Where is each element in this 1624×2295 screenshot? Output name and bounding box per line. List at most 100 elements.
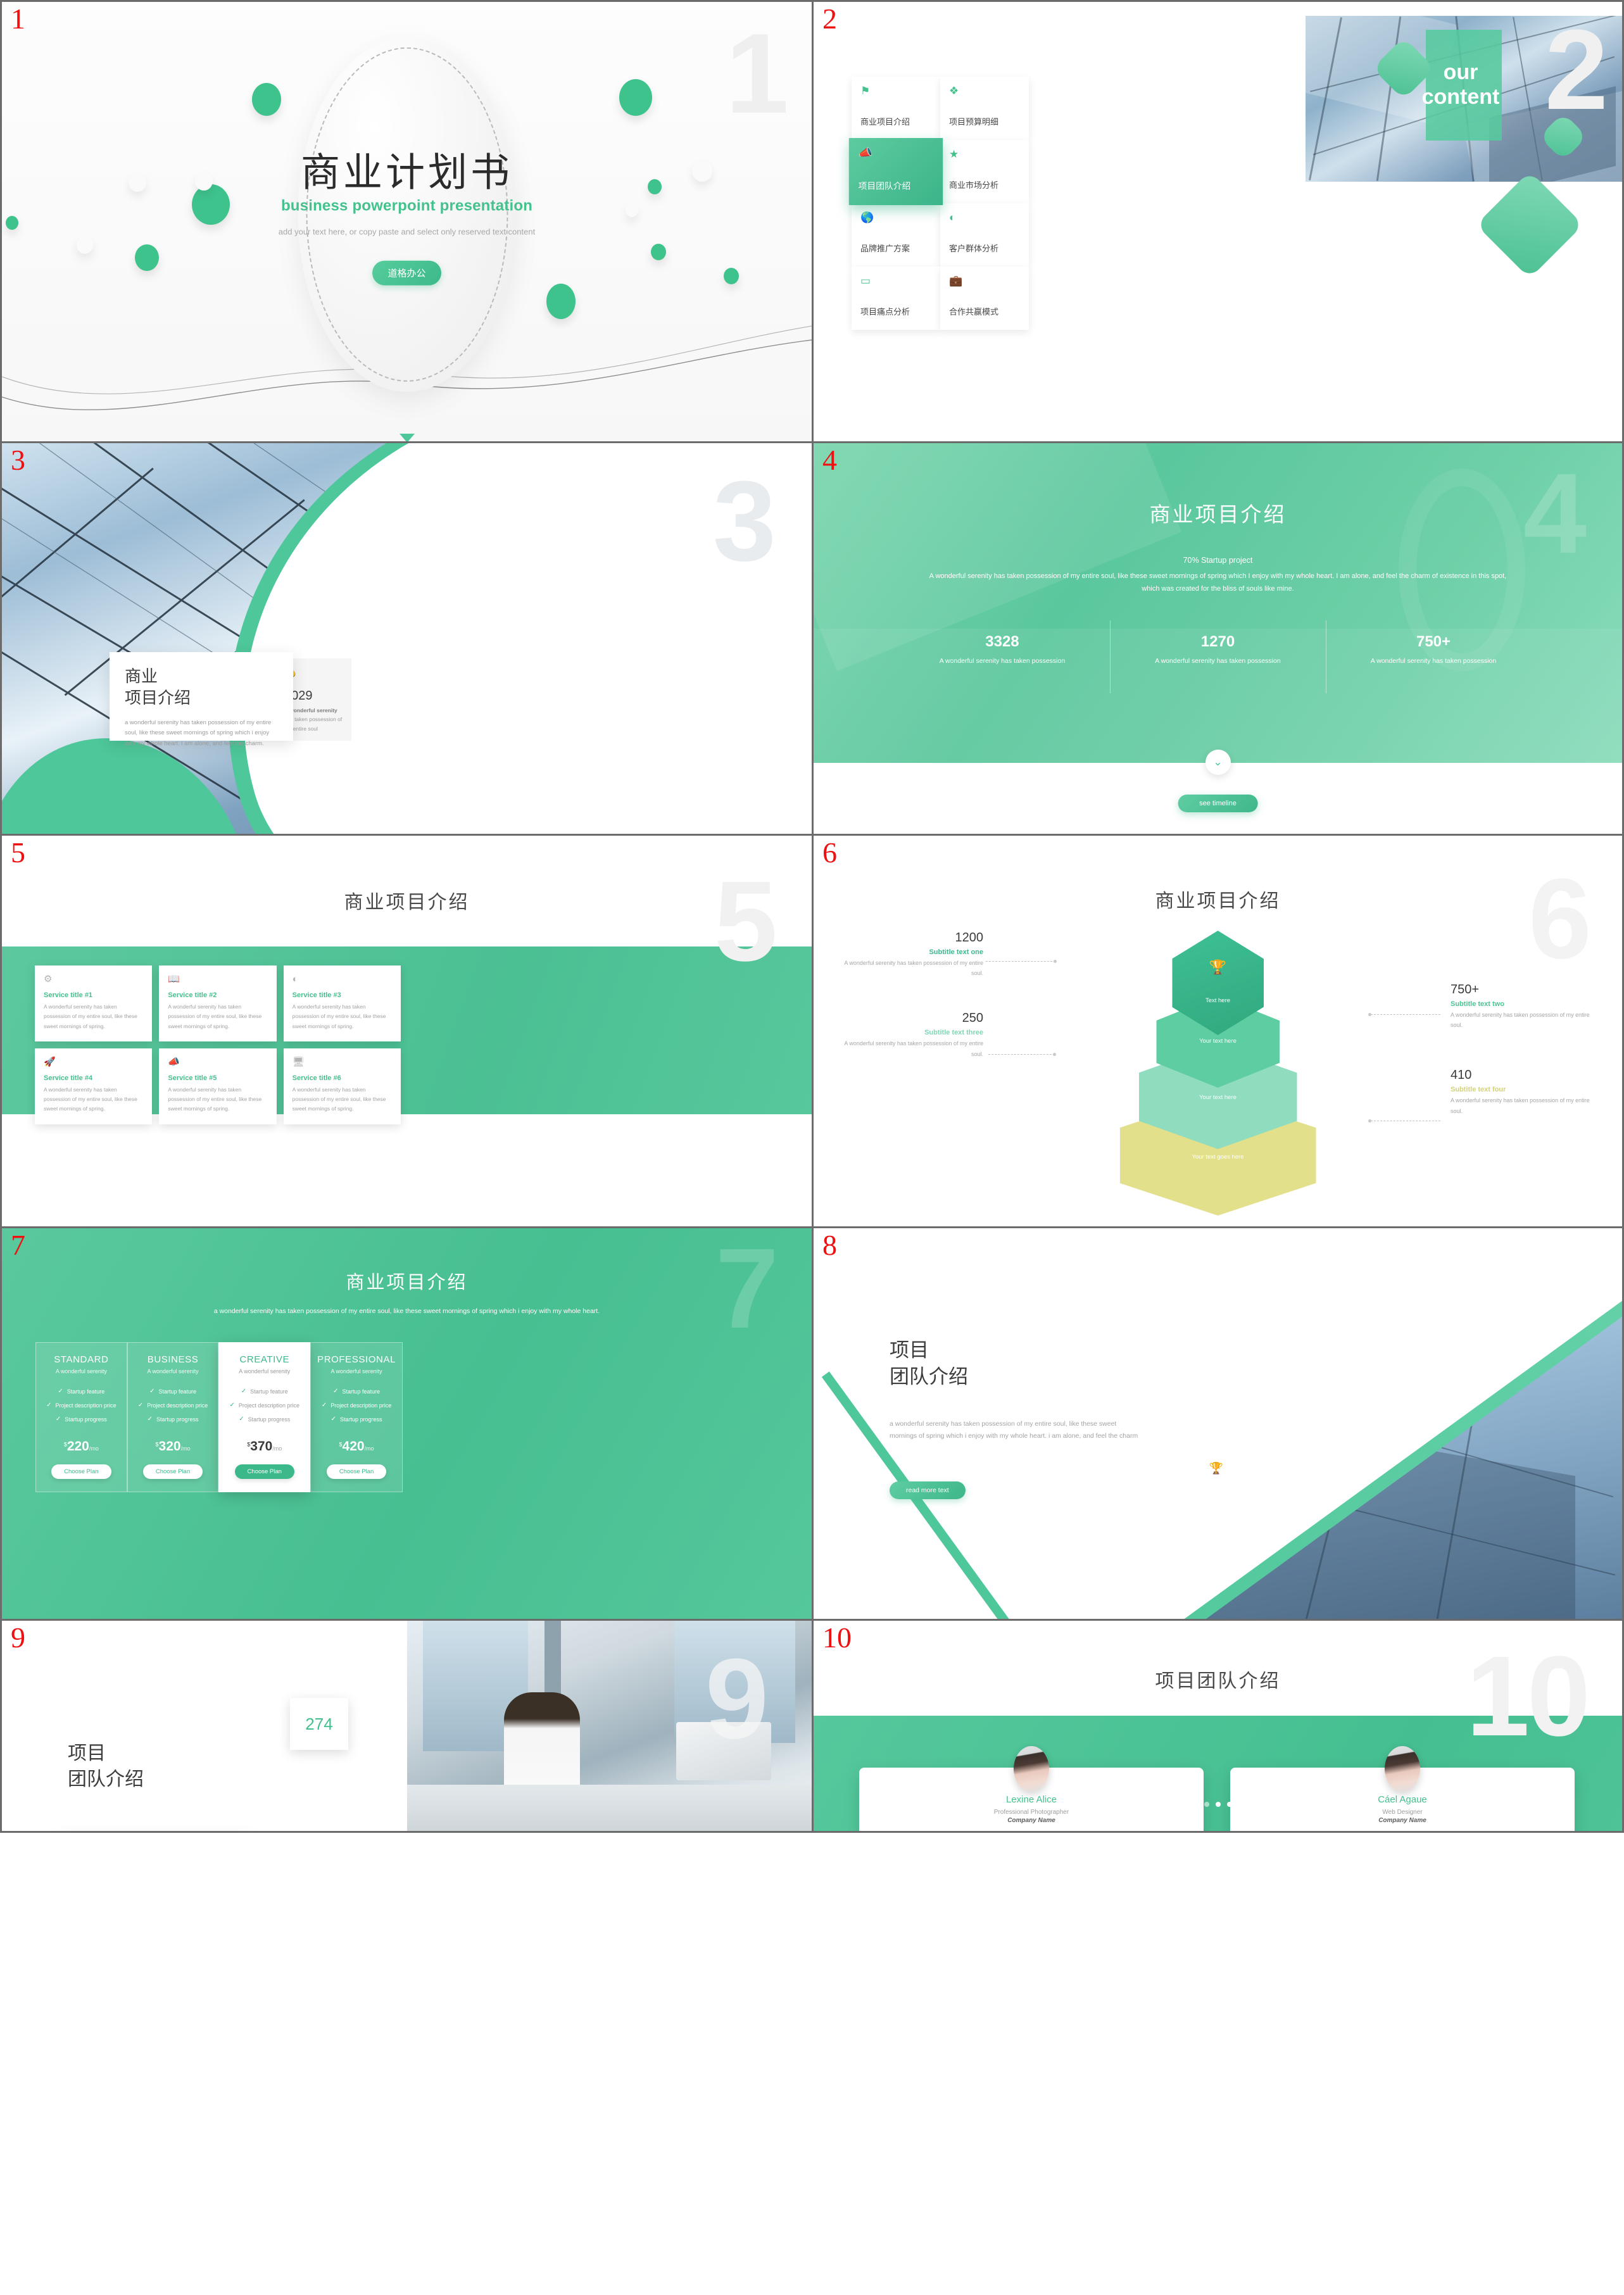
overlay-heading: our content bbox=[1401, 60, 1521, 110]
service-text: A wonderful serenity has taken possessio… bbox=[168, 1003, 262, 1029]
choose-plan-button[interactable]: Choose Plan bbox=[51, 1464, 111, 1479]
slide-8[interactable]: 8 项目 团队介绍 a wonderful serenity has taken… bbox=[814, 1228, 1624, 1621]
check-icon: ✓ bbox=[333, 1388, 339, 1395]
annotation-text: A wonderful serenity has taken possessio… bbox=[844, 1040, 983, 1057]
menu-item-3[interactable]: ★ 商业市场分析 bbox=[940, 140, 1029, 203]
menu-item-0[interactable]: ⚑ 商业项目介绍 bbox=[852, 77, 940, 140]
connector-line bbox=[988, 1054, 1055, 1055]
page-title: 商业项目介绍 bbox=[1149, 503, 1287, 526]
service-card[interactable]: 🚀 Service title #4 A wonderful serenity … bbox=[35, 1048, 153, 1124]
decor-dot bbox=[651, 244, 666, 260]
price-amount: 420 bbox=[342, 1439, 365, 1454]
slide-1[interactable]: 1 1 商业计划书 business powerpoint presentati… bbox=[0, 0, 814, 443]
price-amount: 220 bbox=[66, 1439, 89, 1454]
menu-label: 项目预算明细 bbox=[949, 117, 999, 127]
pricing-plan-professional[interactable]: PROFESSIONAL A wonderful serenity ✓ Start… bbox=[310, 1342, 403, 1492]
annotation-item: 1200 Subtitle text one A wonderful seren… bbox=[838, 931, 983, 978]
feature-label: Project description price bbox=[330, 1402, 392, 1409]
service-card[interactable]: 🖥 Service title #6 A wonderful serenity … bbox=[283, 1048, 401, 1124]
trophy-icon: 🏆 bbox=[1209, 959, 1227, 975]
pie-chart-icon: ◐ bbox=[292, 974, 298, 984]
plan-sub: A wonderful serenity bbox=[330, 1368, 382, 1374]
price-amount: 320 bbox=[158, 1439, 181, 1454]
feature-label: Startup progress bbox=[339, 1416, 382, 1423]
description-text: a wonderful serenity has taken possessio… bbox=[890, 1420, 1138, 1440]
chevron-down-icon[interactable]: ⌄ bbox=[1205, 750, 1231, 775]
right-annotations: 750+ Subtitle text two A wonderful seren… bbox=[1451, 983, 1599, 1116]
pagination-dot-active[interactable] bbox=[1215, 1802, 1221, 1807]
megaphone-icon: 📣 bbox=[168, 1056, 180, 1067]
plan-features: ✓ Startup feature ✓ Project description pr… bbox=[134, 1387, 212, 1430]
choose-plan-button[interactable]: Choose Plan bbox=[326, 1464, 387, 1479]
see-timeline-button[interactable]: see timeline bbox=[1178, 795, 1258, 812]
slide-10[interactable]: 10 10 项目团队介绍 Lexine Alice Professional P… bbox=[814, 1621, 1624, 1833]
service-card[interactable]: 📣 Service title #5 A wonderful serenity … bbox=[159, 1048, 277, 1124]
slide-2[interactable]: 2 2 our content ⚑ 商业项目介绍 ❖ 项目预算明细 📣 项目团队… bbox=[814, 0, 1624, 443]
annotation-subtitle: Subtitle text one bbox=[929, 948, 983, 956]
menu-row: 📣 项目团队介绍 ★ 商业市场分析 bbox=[848, 138, 1029, 205]
description-text: A wonderful serenity has taken possessio… bbox=[929, 572, 1507, 593]
menu-item-7[interactable]: 💼 合作共赢模式 bbox=[940, 267, 1029, 330]
check-icon: ✓ bbox=[46, 1402, 52, 1409]
slide-5[interactable]: 5 5 商业项目介绍 ⚙ Service title #1 A wonderfu… bbox=[0, 836, 814, 1228]
rocket-icon: ★ bbox=[949, 148, 959, 160]
plan-sub: A wonderful serenity bbox=[55, 1368, 107, 1374]
decor-dot bbox=[195, 172, 213, 191]
slide-ghost-number: 9 bbox=[705, 1635, 769, 1763]
menu-item-2[interactable]: 📣 项目团队介绍 bbox=[848, 138, 943, 205]
slide-9[interactable]: 9 9 项目 团队介绍 274 📣 Brand new version A wo… bbox=[0, 1621, 814, 1833]
slide-3[interactable]: 3 3 🔑 2029 A wonderful serenity has take… bbox=[0, 443, 814, 836]
menu-item-4[interactable]: 🌎 品牌推广方案 bbox=[852, 203, 940, 267]
connector-line bbox=[986, 961, 1055, 962]
check-icon: ✓ bbox=[58, 1388, 63, 1395]
pricing-plan-standard[interactable]: STANDARD A wonderful serenity ✓ Startup f… bbox=[35, 1342, 127, 1492]
decor-dot bbox=[724, 268, 739, 284]
pagination-dot[interactable] bbox=[1226, 1802, 1232, 1807]
body-text: a wonderful serenity has taken possessio… bbox=[125, 719, 272, 747]
service-card[interactable]: ⚙ Service title #1 A wonderful serenity … bbox=[35, 965, 153, 1041]
service-card[interactable]: 📖 Service title #2 A wonderful serenity … bbox=[159, 965, 277, 1041]
slide-number: 8 bbox=[822, 1229, 837, 1261]
price-amount: 370 bbox=[250, 1439, 273, 1454]
service-card[interactable]: ◐ Service title #3 A wonderful serenity … bbox=[283, 965, 401, 1041]
choose-plan-button[interactable]: Choose Plan bbox=[142, 1464, 203, 1479]
annotation-text: A wonderful serenity has taken possessio… bbox=[1451, 1012, 1590, 1029]
menu-item-5[interactable]: ◐ 客户群体分析 bbox=[940, 203, 1029, 267]
slide-6[interactable]: 6 6 商业项目介绍 Your text goes here Your text… bbox=[814, 836, 1624, 1228]
decor-dot bbox=[619, 79, 652, 116]
decor-dot bbox=[77, 236, 93, 254]
slide-7[interactable]: 7 7 商业项目介绍 a wonderful serenity has take… bbox=[0, 1228, 814, 1621]
annotation-subtitle: Subtitle text two bbox=[1451, 1000, 1504, 1008]
page-title: 商业项目介绍 bbox=[344, 892, 470, 913]
testimonial-card[interactable]: Cáel Agaue Web Designer Company Name "a … bbox=[1230, 1746, 1575, 1831]
pricing-plan-business[interactable]: BUSINESS A wonderful serenity ✓ Startup f… bbox=[127, 1342, 219, 1492]
testimonial-card[interactable]: Lexine Alice Professional Photographer C… bbox=[859, 1746, 1204, 1831]
menu-item-1[interactable]: ❖ 项目预算明细 bbox=[940, 77, 1029, 140]
decor-dot bbox=[135, 244, 159, 271]
choose-plan-button[interactable]: Choose Plan bbox=[234, 1464, 294, 1479]
annotation-subtitle: Subtitle text four bbox=[1451, 1086, 1506, 1094]
feature-label: Startup progress bbox=[65, 1416, 107, 1423]
menu-item-6[interactable]: ▭ 项目痛点分析 bbox=[852, 267, 940, 330]
funnel-label: Your text here bbox=[1199, 1038, 1237, 1045]
page-title: 商业项目介绍 bbox=[346, 1273, 468, 1293]
slide-ghost-number: 6 bbox=[1528, 855, 1592, 983]
check-icon: ✓ bbox=[321, 1402, 327, 1409]
book-icon: 📖 bbox=[168, 974, 180, 984]
decor-dot bbox=[129, 173, 146, 192]
plan-name: STANDARD bbox=[54, 1354, 109, 1365]
slide-ghost-number: 3 bbox=[712, 458, 776, 585]
rocket-icon: 🚀 bbox=[44, 1056, 56, 1067]
plan-name: BUSINESS bbox=[147, 1354, 199, 1365]
section-title: 项目 团队介绍 bbox=[890, 1337, 968, 1390]
pricing-plan-creative[interactable]: CREATIVE A wonderful serenity ✓ Startup f… bbox=[218, 1342, 311, 1492]
slide-4[interactable]: 4 4 商业项目介绍 70% Startup project A wonderf… bbox=[814, 443, 1624, 836]
pagination-dot[interactable] bbox=[1204, 1802, 1209, 1807]
read-more-button[interactable]: read more text bbox=[890, 1481, 966, 1499]
brand-button[interactable]: 道格办公 bbox=[372, 260, 441, 286]
price-period: /mo bbox=[89, 1445, 99, 1452]
check-icon: ✓ bbox=[241, 1388, 247, 1395]
annotation-number: 410 bbox=[1451, 1068, 1472, 1083]
next-slide-arrow[interactable] bbox=[399, 434, 415, 441]
slide-number: 1 bbox=[11, 3, 25, 35]
